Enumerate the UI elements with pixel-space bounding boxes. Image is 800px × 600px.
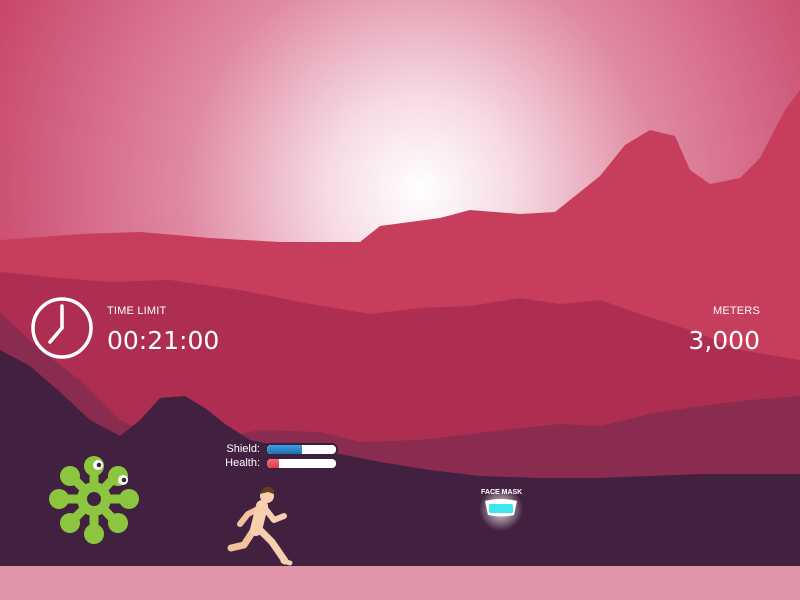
health-label: Health: — [225, 457, 260, 469]
shield-bar-fill — [267, 445, 302, 454]
meters-label: METERS — [712, 305, 760, 317]
shield-label: Shield: — [226, 443, 260, 455]
face-mask-label: FACE MASK — [481, 489, 523, 496]
game-scene — [0, 0, 800, 600]
shield-bar — [265, 443, 338, 456]
virus-eye — [118, 475, 128, 485]
time-limit-label: TIME LIMIT — [107, 305, 167, 317]
virus-eye — [93, 460, 103, 470]
health-bar — [265, 457, 338, 470]
health-bar-fill — [267, 459, 280, 468]
meters-value: 3,000 — [688, 326, 760, 355]
ground — [0, 566, 800, 600]
time-limit-value: 00:21:00 — [107, 326, 220, 355]
